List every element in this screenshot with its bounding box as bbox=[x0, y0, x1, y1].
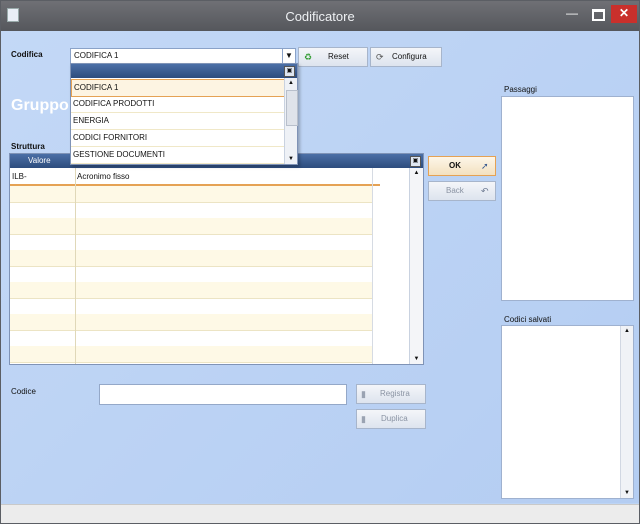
table-row[interactable] bbox=[10, 250, 372, 267]
document-icon: ▮ bbox=[361, 389, 366, 399]
dropdown-option[interactable]: CODIFICA 1 bbox=[71, 79, 286, 97]
table-row[interactable] bbox=[10, 282, 372, 299]
maximize-button[interactable] bbox=[585, 5, 611, 23]
codifica-select[interactable]: CODIFICA 1 ▼ bbox=[70, 48, 296, 64]
minimize-button[interactable]: — bbox=[559, 5, 585, 23]
codifica-selected-value: CODIFICA 1 bbox=[74, 51, 119, 60]
scroll-up-icon[interactable]: ▲ bbox=[621, 328, 633, 334]
registra-button[interactable]: ▮ Registra bbox=[356, 384, 426, 404]
gear-icon: ⟳ bbox=[376, 52, 384, 62]
table-row[interactable] bbox=[10, 186, 372, 203]
reset-button[interactable]: ♻ Reset bbox=[298, 47, 368, 67]
table-row[interactable] bbox=[10, 234, 372, 251]
codifica-label: Codifica bbox=[11, 50, 43, 59]
dropdown-option[interactable]: GESTIONE DOCUMENTI bbox=[71, 147, 284, 164]
passaggi-label: Passaggi bbox=[504, 85, 537, 94]
table-row[interactable] bbox=[10, 266, 372, 283]
codici-salvati-scrollbar[interactable]: ▲ ▼ bbox=[620, 326, 633, 498]
grid-scrollbar[interactable]: ▲ ▼ bbox=[409, 168, 423, 364]
codice-label: Codice bbox=[11, 387, 36, 396]
passaggi-panel[interactable] bbox=[501, 96, 634, 301]
arrow-back-icon: ↶ bbox=[481, 186, 489, 196]
maximize-icon bbox=[591, 9, 605, 21]
refresh-green-icon: ♻ bbox=[304, 52, 313, 62]
window-title: Codificatore bbox=[285, 9, 355, 24]
dropdown-menu-icon[interactable]: ▣ bbox=[284, 66, 295, 77]
back-button-label: Back bbox=[446, 186, 464, 195]
table-row[interactable] bbox=[10, 298, 372, 315]
reset-button-label: Reset bbox=[328, 52, 349, 61]
title-bar[interactable]: Codificatore — ✕ bbox=[1, 1, 639, 31]
scroll-up-icon[interactable]: ▲ bbox=[285, 80, 297, 86]
codici-salvati-label: Codici salvati bbox=[504, 315, 552, 324]
scroll-up-icon[interactable]: ▲ bbox=[410, 170, 423, 176]
dropdown-header: ▣ bbox=[71, 64, 297, 78]
dropdown-option[interactable]: CODIFICA PRODOTTI bbox=[71, 96, 284, 113]
scroll-down-icon[interactable]: ▼ bbox=[410, 356, 423, 362]
scroll-thumb[interactable] bbox=[286, 90, 298, 126]
group-title: Gruppo bbox=[11, 97, 69, 114]
dropdown-option[interactable]: ENERGIA bbox=[71, 113, 284, 130]
codice-input[interactable] bbox=[99, 384, 347, 405]
chevron-down-icon[interactable]: ▼ bbox=[282, 49, 295, 63]
column-divider bbox=[372, 168, 373, 364]
scroll-down-icon[interactable]: ▼ bbox=[285, 156, 297, 162]
ok-button-label: OK bbox=[449, 161, 461, 170]
back-button[interactable]: Back ↶ bbox=[428, 181, 496, 201]
dropdown-option[interactable]: CODICI FORNITORI bbox=[71, 130, 284, 147]
table-row[interactable] bbox=[10, 346, 372, 363]
ok-button[interactable]: OK ➚ bbox=[428, 156, 496, 176]
row-description: Acronimo fisso bbox=[77, 172, 130, 181]
row-code: ILB- bbox=[12, 172, 27, 181]
arrow-right-icon: ➚ bbox=[481, 161, 489, 171]
table-row[interactable] bbox=[10, 314, 372, 331]
table-row[interactable] bbox=[10, 330, 372, 347]
scroll-down-icon[interactable]: ▼ bbox=[621, 490, 633, 496]
document-icon: ▮ bbox=[361, 414, 366, 424]
status-bar bbox=[1, 504, 639, 523]
grid-menu-icon[interactable]: ▣ bbox=[410, 156, 421, 167]
struttura-label: Struttura bbox=[11, 142, 45, 151]
column-header-valore[interactable]: Valore bbox=[28, 156, 51, 165]
codifica-dropdown-list: ▣ CODIFICA 1 CODIFICA PRODOTTI ENERGIA C… bbox=[70, 63, 298, 165]
dropdown-scrollbar[interactable]: ▲ ▼ bbox=[284, 78, 298, 164]
column-divider bbox=[75, 168, 76, 364]
duplica-button[interactable]: ▮ Duplica bbox=[356, 409, 426, 429]
table-row[interactable]: ILB- Acronimo fisso bbox=[10, 168, 372, 185]
struttura-grid: Valore ▣ ILB- Acronimo fisso ▲ ▼ bbox=[9, 153, 424, 365]
codificatore-window: Codificatore — ✕ Codifica CODIFICA 1 ▼ ♻… bbox=[0, 0, 640, 524]
close-button[interactable]: ✕ bbox=[611, 5, 637, 23]
configura-button-label: Configura bbox=[392, 52, 427, 61]
table-row[interactable] bbox=[10, 218, 372, 235]
registra-button-label: Registra bbox=[380, 389, 410, 398]
configura-button[interactable]: ⟳ Configura bbox=[370, 47, 442, 67]
table-row[interactable] bbox=[10, 202, 372, 219]
duplica-button-label: Duplica bbox=[381, 414, 408, 423]
codici-salvati-list[interactable]: ▲ ▼ bbox=[501, 325, 634, 499]
